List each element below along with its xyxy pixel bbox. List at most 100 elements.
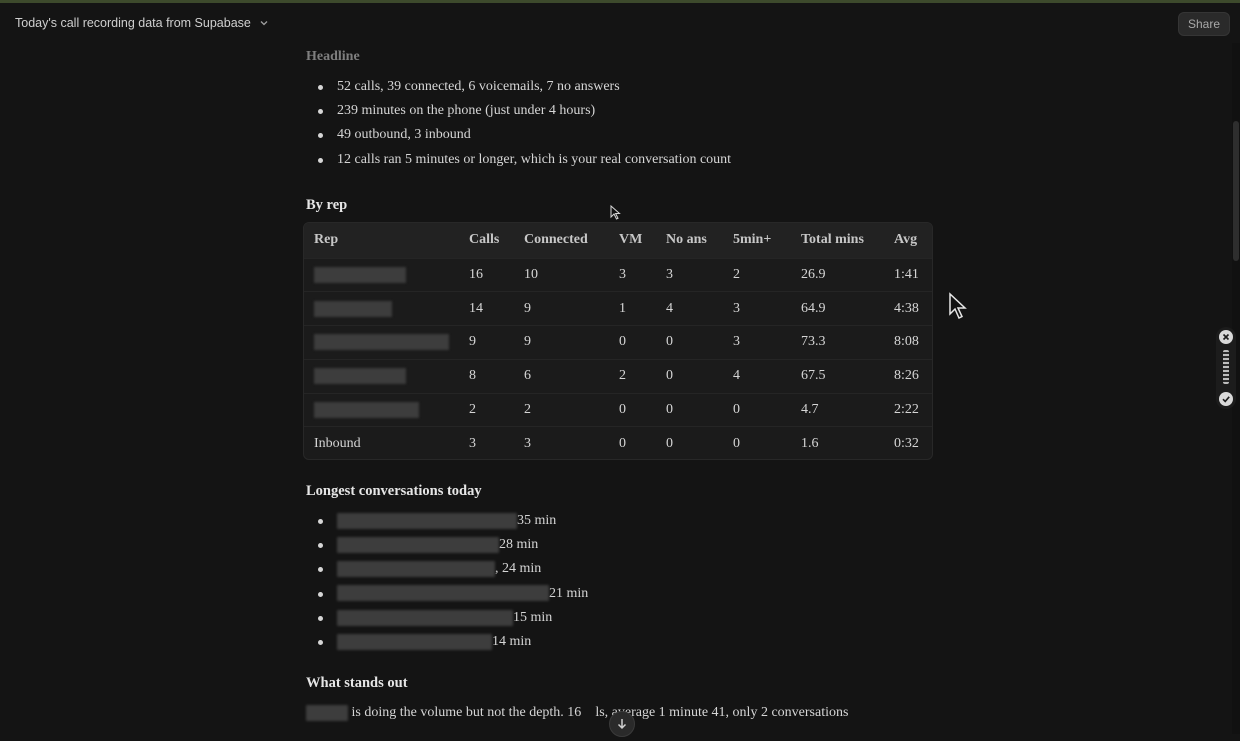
list-item: 35 min — [306, 509, 926, 533]
rep-cell — [304, 359, 459, 393]
table-row: 8 6 2 0 4 67.5 8:26 — [304, 359, 932, 393]
vm-cell: 1 — [619, 300, 626, 316]
headline-list: 52 calls, 39 connected, 6 voicemails, 7 … — [306, 75, 926, 172]
five-min-cell: 2 — [733, 266, 740, 282]
calls-cell: 8 — [469, 368, 476, 384]
total-mins-cell: 64.9 — [801, 300, 826, 316]
total-mins-cell: 73.3 — [801, 334, 826, 350]
vm-cell: 0 — [619, 402, 626, 418]
no-ans-cell: 4 — [666, 300, 673, 316]
table-row: Inbound 3 3 0 0 0 1.6 0:32 — [304, 426, 932, 459]
conversation-title-menu[interactable]: Today's call recording data from Supabas… — [15, 16, 269, 30]
vm-cell: 3 — [619, 266, 626, 282]
avg-cell: 8:26 — [894, 368, 919, 384]
connected-cell: 9 — [524, 300, 531, 316]
redacted-name — [337, 536, 499, 553]
connected-cell: 3 — [524, 436, 531, 452]
total-mins-cell: 4.7 — [801, 402, 819, 418]
list-item: 52 calls, 39 connected, 6 voicemails, 7 … — [306, 75, 926, 99]
five-min-cell: 0 — [733, 402, 740, 418]
share-button[interactable]: Share — [1177, 12, 1230, 36]
redacted-name — [314, 368, 406, 385]
no-ans-cell: 0 — [666, 402, 673, 418]
list-item: 28 min — [306, 533, 926, 557]
column-header: Connected — [524, 232, 588, 248]
no-ans-cell: 0 — [666, 334, 673, 350]
list-item: 239 minutes on the phone (just under 4 h… — [306, 99, 926, 123]
redacted-name — [337, 561, 495, 578]
top-bar: Today's call recording data from Supabas… — [0, 3, 1240, 43]
redacted-name — [337, 609, 513, 626]
rep-cell — [304, 393, 459, 427]
no-ans-cell: 0 — [666, 368, 673, 384]
connected-cell: 6 — [524, 368, 531, 384]
column-header: Calls — [469, 232, 500, 248]
scroll-to-bottom-button[interactable] — [609, 711, 635, 737]
avg-cell: 0:32 — [894, 436, 919, 452]
column-header: No ans — [666, 232, 707, 248]
section-heading-standout: What stands out — [306, 675, 408, 692]
list-item: 15 min — [306, 606, 926, 630]
text-cursor-pointer-icon — [610, 205, 621, 220]
vm-cell: 0 — [619, 334, 626, 350]
calls-cell: 9 — [469, 334, 476, 350]
redacted-name — [314, 266, 406, 283]
redacted-name — [314, 334, 449, 351]
redacted-name — [337, 512, 517, 529]
five-min-cell: 3 — [733, 334, 740, 350]
list-item: 49 outbound, 3 inbound — [306, 123, 926, 147]
total-mins-cell: 67.5 — [801, 368, 826, 384]
total-mins-cell: 26.9 — [801, 266, 826, 282]
column-header: Total mins — [801, 232, 864, 248]
by-rep-table: Rep Calls Connected VM No ans 5min+ Tota… — [303, 222, 933, 460]
table-header-row: Rep Calls Connected VM No ans 5min+ Tota… — [304, 223, 932, 258]
redacted-name — [337, 585, 549, 602]
redacted-name — [306, 705, 348, 721]
table-row: 16 10 3 3 2 26.9 1:41 — [304, 258, 932, 292]
drag-handle[interactable] — [1223, 350, 1229, 384]
message-content-lower: Longest conversations today 35 min 28 mi… — [306, 479, 926, 724]
message-content: Headline 52 calls, 39 connected, 6 voice… — [306, 45, 926, 217]
close-icon[interactable] — [1219, 330, 1233, 344]
chevron-down-icon — [260, 21, 268, 26]
floating-side-widget — [1216, 327, 1236, 409]
rep-cell — [304, 326, 459, 360]
avg-cell: 4:38 — [894, 300, 919, 316]
five-min-cell: 0 — [733, 436, 740, 452]
table-row: 9 9 0 0 3 73.3 8:08 — [304, 325, 932, 360]
total-mins-cell: 1.6 — [801, 436, 819, 452]
arrow-down-icon — [617, 719, 627, 730]
avg-cell: 8:08 — [894, 334, 919, 350]
column-header: Rep — [314, 232, 339, 248]
connected-cell: 10 — [524, 266, 538, 282]
avg-cell: 1:41 — [894, 266, 919, 282]
rep-cell — [304, 292, 459, 326]
no-ans-cell: 3 — [666, 266, 673, 282]
calls-cell: 16 — [469, 266, 483, 282]
column-header: 5min+ — [733, 232, 772, 248]
table-row: 2 2 0 0 0 4.7 2:22 — [304, 393, 932, 427]
vm-cell: 0 — [619, 436, 626, 452]
connected-cell: 9 — [524, 334, 531, 350]
redacted-name — [337, 633, 492, 650]
calls-cell: 2 — [469, 402, 476, 418]
check-icon[interactable] — [1219, 392, 1233, 406]
list-item: 21 min — [306, 582, 926, 606]
five-min-cell: 4 — [733, 368, 740, 384]
vm-cell: 2 — [619, 368, 626, 384]
no-ans-cell: 0 — [666, 436, 673, 452]
calls-cell: 14 — [469, 300, 483, 316]
scrollbar-thumb[interactable] — [1233, 121, 1239, 261]
five-min-cell: 3 — [733, 300, 740, 316]
column-header: Avg — [894, 232, 918, 248]
list-item: 12 calls ran 5 minutes or longer, which … — [306, 148, 926, 172]
redacted-name — [314, 300, 392, 317]
mouse-pointer-icon — [949, 292, 967, 320]
conversation-title: Today's call recording data from Supabas… — [15, 16, 251, 30]
connected-cell: 2 — [524, 402, 531, 418]
section-heading-headline: Headline — [306, 49, 360, 64]
list-item: 14 min — [306, 630, 926, 654]
avg-cell: 2:22 — [894, 402, 919, 418]
list-item: , 24 min — [306, 557, 926, 581]
rep-cell: Inbound — [314, 436, 361, 452]
